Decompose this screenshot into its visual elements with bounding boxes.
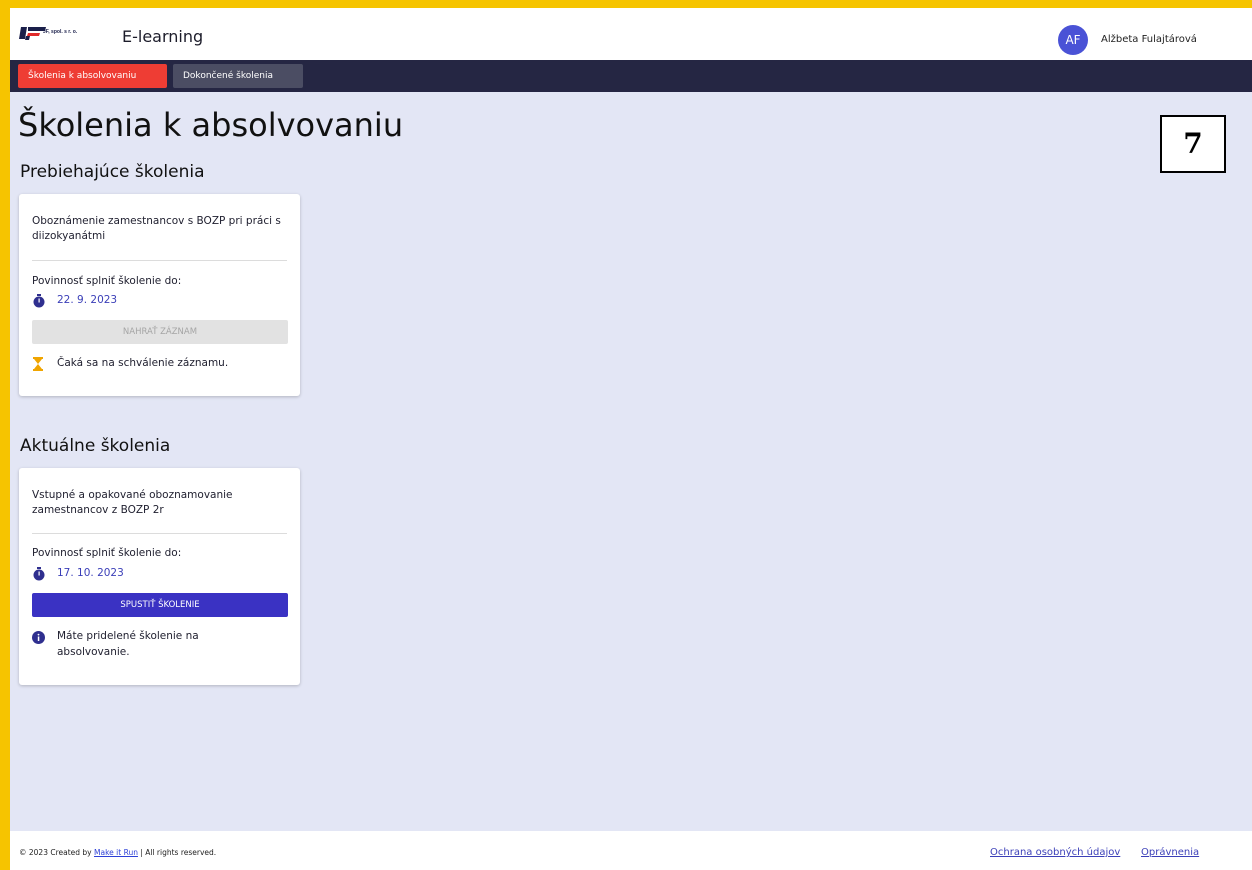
status-text: Čaká sa na schválenie záznamu. — [57, 357, 229, 369]
section-title-current: Aktuálne školenia — [20, 436, 171, 456]
copyright-suffix: | All rights reserved. — [137, 848, 217, 857]
due-label: Povinnosť splniť školenie do: — [32, 275, 182, 287]
status-text: Máte pridelené školenie na absolvovanie. — [57, 630, 199, 658]
start-training-button[interactable]: SPUSTIŤ ŠKOLENIE — [32, 593, 288, 617]
card-divider — [32, 533, 287, 534]
main-nav: Školenia k absolvovaniu Dokončené školen… — [10, 60, 1252, 92]
copyright: © 2023 Created by Make it Run | All righ… — [19, 848, 216, 857]
make-it-run-link[interactable]: Make it Run — [94, 848, 138, 857]
tab-completed-trainings[interactable]: Dokončené školenia — [173, 64, 303, 88]
footer: © 2023 Created by Make it Run | All righ… — [10, 831, 1252, 870]
training-title: Vstupné a opakované oboznamovanie zamest… — [32, 489, 233, 516]
stopwatch-icon — [32, 293, 46, 312]
app-title: E-learning — [122, 27, 204, 46]
due-label: Povinnosť splniť školenie do: — [32, 547, 182, 559]
tab-trainings-to-complete[interactable]: Školenia k absolvovaniu — [18, 64, 167, 88]
page-title: Školenia k absolvovaniu — [18, 106, 404, 144]
stopwatch-icon — [32, 566, 46, 585]
company-logo[interactable] — [18, 24, 98, 50]
copyright-prefix: © 2023 Created by — [19, 848, 95, 857]
training-card-current: Vstupné a opakované oboznamovanie zamest… — [19, 468, 300, 685]
user-name[interactable]: Alžbeta Fulajtárová — [1101, 34, 1197, 45]
info-icon — [32, 629, 45, 648]
training-title: Oboznámenie zamestnancov s BOZP pri prác… — [32, 215, 281, 242]
card-divider — [32, 260, 287, 261]
logo-text: JF, spol. s r. o. — [43, 29, 78, 35]
user-avatar[interactable]: AF — [1058, 25, 1088, 55]
hourglass-icon — [32, 356, 44, 375]
top-bar: JF, spol. s r. o. E-learning AF Alžbeta … — [10, 8, 1252, 60]
app-window: JF, spol. s r. o. E-learning AF Alžbeta … — [10, 8, 1252, 870]
training-card-ongoing: Oboznámenie zamestnancov s BOZP pri prác… — [19, 194, 300, 396]
permissions-link[interactable]: Oprávnenia — [1141, 847, 1199, 858]
due-date: 22. 9. 2023 — [57, 294, 118, 306]
upload-record-button: NAHRAŤ ZÁZNAM — [32, 320, 288, 344]
number-badge: 7 — [1160, 115, 1226, 173]
section-title-ongoing: Prebiehajúce školenia — [20, 162, 205, 182]
privacy-link[interactable]: Ochrana osobných údajov — [990, 847, 1120, 858]
due-date: 17. 10. 2023 — [57, 567, 124, 579]
